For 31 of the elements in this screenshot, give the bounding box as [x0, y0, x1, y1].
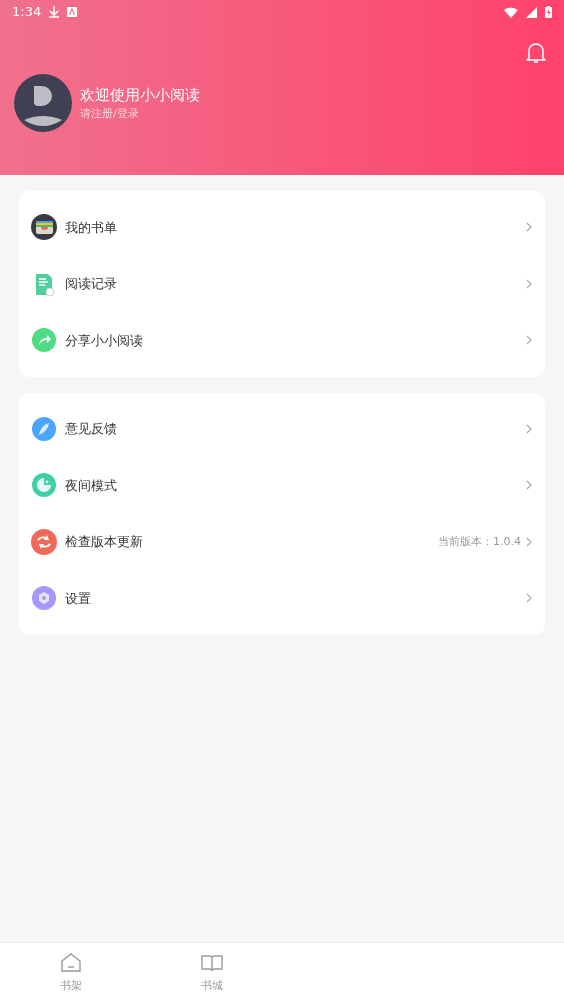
chevron-right-icon: [525, 480, 533, 491]
version-text: 当前版本：1.0.4: [438, 533, 521, 550]
refresh-icon: [31, 528, 57, 555]
chevron-right-icon: [525, 423, 533, 434]
notification-bell-icon[interactable]: [526, 42, 546, 64]
share-icon: [31, 327, 57, 354]
download-icon: [49, 6, 60, 18]
pie-chart-icon: [31, 472, 57, 499]
welcome-title: 欢迎使用小小阅读: [80, 84, 200, 106]
menu-item[interactable]: 设置: [19, 570, 545, 627]
menu-item[interactable]: 分享小小阅读: [19, 312, 545, 369]
app-notification-icon: [67, 7, 78, 17]
chevron-right-icon: [525, 593, 533, 604]
chevron-right-icon: [525, 278, 533, 289]
battery-icon: [545, 6, 552, 18]
gear-icon: [31, 585, 57, 612]
menu-item[interactable]: 我的书单: [19, 199, 545, 256]
chevron-right-icon: [525, 335, 533, 346]
wifi-icon: [504, 6, 518, 18]
chevron-right-icon: [525, 536, 533, 547]
home-icon: [58, 951, 83, 974]
menu-item[interactable]: 夜间模式: [19, 457, 545, 514]
wallet-icon: [31, 214, 57, 241]
signal-icon: [526, 6, 537, 18]
menu-item[interactable]: 检查版本更新 当前版本：1.0.4: [19, 513, 545, 570]
avatar[interactable]: [14, 74, 72, 132]
menu-item[interactable]: 意见反馈: [19, 400, 545, 457]
status-time: 1:34: [12, 3, 42, 22]
chevron-right-icon: [525, 222, 533, 233]
menu-item[interactable]: 阅读记录: [19, 255, 545, 312]
feather-icon: [31, 415, 57, 442]
